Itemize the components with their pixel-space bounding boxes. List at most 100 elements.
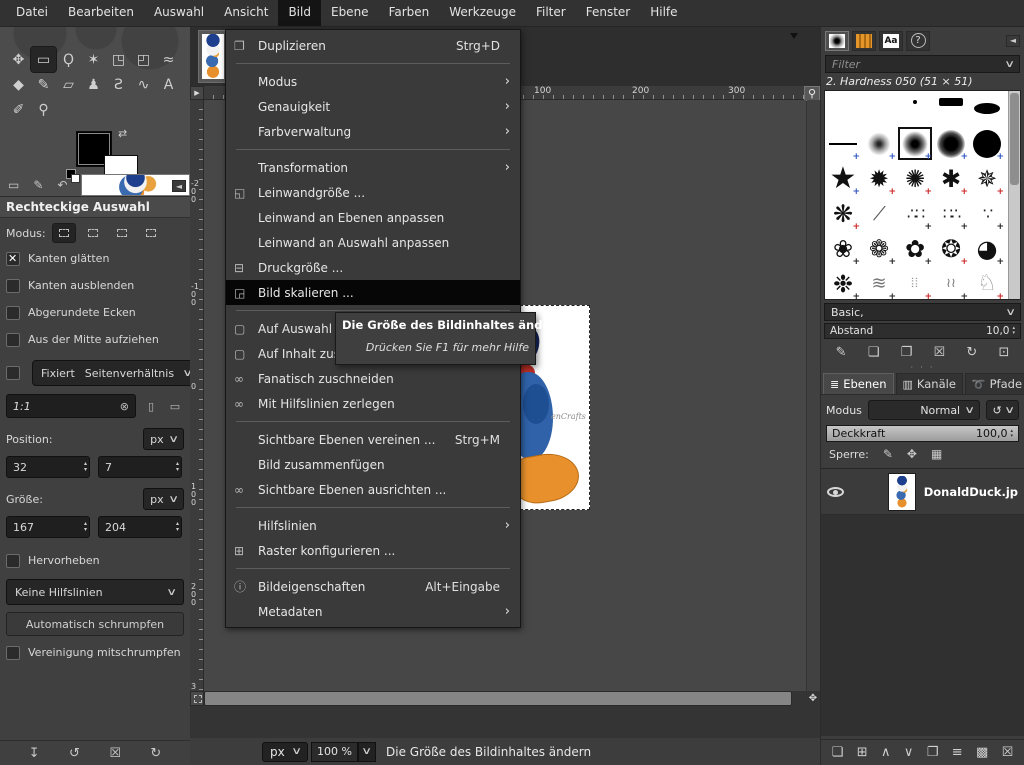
menu-item[interactable]: Metadaten › bbox=[226, 599, 520, 624]
device-status-tab-icon[interactable]: ✎ bbox=[33, 178, 43, 192]
menu-item[interactable]: Modus › bbox=[226, 69, 520, 94]
brush-swatch[interactable]: + bbox=[897, 126, 933, 161]
menubar-item[interactable]: Filter bbox=[526, 0, 576, 26]
brush-swatch[interactable]: ❂+ bbox=[933, 231, 969, 266]
shrink-merged-checkbox[interactable]: Vereinigung mitschrumpfen bbox=[0, 642, 190, 663]
menu-item[interactable]: › bbox=[236, 310, 510, 311]
brush-action-icon[interactable]: ↻ bbox=[966, 345, 977, 360]
brush-swatch[interactable]: + bbox=[933, 91, 969, 113]
brush-swatch[interactable]: ⦙⦙+ bbox=[897, 266, 933, 301]
mode-subtract-button[interactable] bbox=[111, 224, 133, 242]
option-checkbox[interactable]: Kanten ausblenden bbox=[0, 275, 190, 296]
position-unit-select[interactable]: px ∨ bbox=[143, 428, 184, 450]
landscape-icon[interactable]: ▭ bbox=[166, 397, 184, 415]
menubar-item[interactable]: Werkzeuge bbox=[439, 0, 526, 26]
undo-history-tab-icon[interactable]: ↶ bbox=[57, 178, 67, 192]
menubar-item[interactable]: Fenster bbox=[576, 0, 641, 26]
brush-swatch[interactable]: ★+ bbox=[825, 161, 861, 196]
menu-item[interactable]: › bbox=[236, 568, 510, 569]
menu-item[interactable]: ◱ Leinwandgröße ... › bbox=[226, 180, 520, 205]
tool-button[interactable]: ∿ bbox=[131, 72, 156, 97]
brush-swatch[interactable]: ∵+ bbox=[969, 196, 1005, 231]
zoom-level-select[interactable]: ∨ bbox=[358, 742, 376, 762]
opacity-slider[interactable]: Deckkraft 100,0 ▴▾ bbox=[826, 425, 1019, 442]
fixed-group[interactable]: Fixiert Seitenverhältnis ∨ bbox=[32, 360, 200, 386]
brush-swatch[interactable]: ♘+ bbox=[969, 266, 1005, 301]
menubar-item[interactable]: Auswahl bbox=[144, 0, 214, 26]
dock-drag-handle[interactable]: · · · bbox=[821, 365, 1024, 372]
tool-button[interactable]: ◆ bbox=[6, 72, 31, 97]
menu-item[interactable]: Transformation › bbox=[226, 155, 520, 180]
tool-preset-icon[interactable]: ↻ bbox=[150, 746, 161, 761]
brush-scrollbar[interactable] bbox=[1008, 91, 1020, 299]
option-checkbox[interactable]: Kanten glätten bbox=[0, 248, 190, 269]
brush-swatch[interactable]: ≋+ bbox=[861, 266, 897, 301]
brush-swatch[interactable]: ≀≀+ bbox=[933, 266, 969, 301]
mode-replace-button[interactable] bbox=[53, 224, 75, 242]
ruler-corner-button[interactable]: ▶ bbox=[190, 86, 204, 100]
brush-swatch[interactable]: + bbox=[861, 91, 897, 113]
quick-mask-toggle[interactable] bbox=[190, 691, 204, 706]
tool-button[interactable]: ✎ bbox=[31, 72, 56, 97]
brush-swatch[interactable]: + bbox=[969, 126, 1005, 161]
tool-options-tab-icon[interactable]: ▭ bbox=[8, 178, 19, 192]
brush-swatch[interactable]: ❁+ bbox=[861, 231, 897, 266]
tool-button[interactable]: ◳ bbox=[106, 47, 131, 72]
menu-item[interactable]: ◲ Bild skalieren ... › bbox=[226, 280, 520, 305]
menu-item[interactable]: ⊞ Raster konfigurieren ... › bbox=[226, 538, 520, 563]
tool-button[interactable]: Ϙ bbox=[56, 47, 81, 72]
layer-action-icon[interactable]: ☒ bbox=[1002, 745, 1014, 760]
brush-swatch[interactable]: + bbox=[825, 126, 861, 161]
brushes-tab[interactable] bbox=[825, 31, 849, 51]
layer-row[interactable]: DonaldDuck.jp bbox=[821, 469, 1024, 515]
menu-item[interactable]: › bbox=[236, 421, 510, 422]
layer-action-icon[interactable]: ⊞ bbox=[857, 745, 868, 760]
visibility-eye-icon[interactable] bbox=[827, 487, 844, 497]
menubar-item[interactable]: Ansicht bbox=[214, 0, 278, 26]
guides-select[interactable]: Keine Hilfslinien ∨ bbox=[6, 579, 184, 605]
menu-item[interactable]: Genauigkeit › bbox=[226, 94, 520, 119]
tool-preset-icon[interactable]: ↺ bbox=[69, 746, 80, 761]
brush-swatch[interactable]: + bbox=[969, 91, 1005, 126]
fonts-tab[interactable]: Aa bbox=[879, 31, 903, 51]
layer-action-icon[interactable]: ▩ bbox=[976, 745, 988, 760]
menubar-item[interactable]: Bearbeiten bbox=[58, 0, 144, 26]
tool-button[interactable]: ⚲ bbox=[31, 97, 56, 122]
brush-swatch[interactable]: ✱+ bbox=[933, 161, 969, 196]
dock-tab[interactable]: ➰Pfade bbox=[965, 373, 1024, 394]
brush-action-icon[interactable]: ✎ bbox=[836, 345, 847, 360]
mode-switch-button[interactable]: ↺ ∨ bbox=[986, 400, 1019, 420]
stepper-icon[interactable]: ▴▾ bbox=[84, 461, 87, 473]
size-width-input[interactable]: 167 ▴▾ bbox=[6, 516, 90, 538]
brush-swatch[interactable]: ∴∷+ bbox=[897, 196, 933, 231]
navigation-icon[interactable]: ✥ bbox=[806, 691, 820, 706]
brush-swatch[interactable]: ◕+ bbox=[969, 231, 1005, 266]
menubar-item[interactable]: Datei bbox=[6, 0, 58, 26]
menu-item[interactable]: ∞ Fanatisch zuschneiden › bbox=[226, 366, 520, 391]
tool-button[interactable]: Ƨ bbox=[106, 72, 131, 97]
collapse-toolbox-icon[interactable]: ◄ bbox=[172, 180, 186, 192]
brush-filter-input[interactable]: Filter ∨ bbox=[825, 55, 1020, 73]
brush-swatch[interactable]: ❀+ bbox=[825, 231, 861, 266]
brush-action-icon[interactable]: ❐ bbox=[901, 345, 913, 360]
brush-group-select[interactable]: Basic, ∨ bbox=[824, 303, 1021, 321]
patterns-tab[interactable] bbox=[852, 31, 876, 51]
menubar-item[interactable]: Ebene bbox=[321, 0, 379, 26]
stepper-icon[interactable]: ▴▾ bbox=[1010, 429, 1013, 439]
menu-item[interactable]: Sichtbare Ebenen vereinen ... Strg+M › bbox=[226, 427, 520, 452]
brush-swatch[interactable]: + bbox=[825, 91, 861, 113]
brush-swatch[interactable]: + bbox=[897, 91, 933, 113]
menu-item[interactable]: ❐ Duplizieren Strg+D › bbox=[226, 33, 520, 58]
dock-tab[interactable]: ≣Ebenen bbox=[823, 373, 894, 394]
swap-colors-icon[interactable]: ⇄ bbox=[118, 127, 127, 140]
stepper-icon[interactable]: ▴▾ bbox=[176, 521, 179, 533]
tool-button[interactable]: ◰ bbox=[131, 47, 156, 72]
brush-swatch[interactable]: ∷∴+ bbox=[933, 196, 969, 231]
size-height-input[interactable]: 204 ▴▾ bbox=[98, 516, 182, 538]
brush-action-icon[interactable]: ☒ bbox=[933, 345, 945, 360]
menubar-item[interactable]: Hilfe bbox=[640, 0, 687, 26]
status-unit-select[interactable]: px ∨ bbox=[262, 742, 308, 762]
tool-button[interactable]: ✥ bbox=[6, 47, 31, 72]
menu-item[interactable]: Leinwand an Auswahl anpassen › bbox=[226, 230, 520, 255]
horizontal-scrollbar[interactable] bbox=[204, 691, 792, 706]
